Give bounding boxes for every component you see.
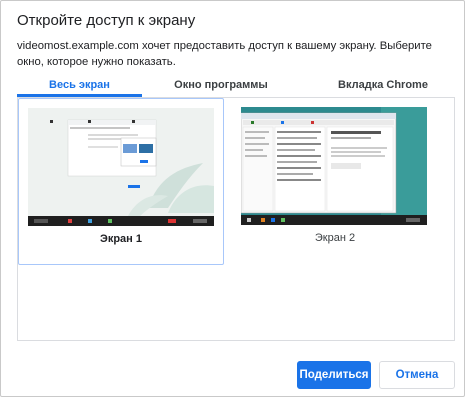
share-screen-dialog: Откройте доступ к экрану videomost.examp… <box>0 0 465 397</box>
dialog-description: videomost.example.com хочет предоставить… <box>17 40 432 68</box>
source-tabs: Весь экран Окно программы Вкладка Chrome <box>17 75 455 99</box>
dialog-title: Откройте доступ к экрану <box>17 12 196 29</box>
screen-2-thumbnail <box>241 107 427 225</box>
tab-chrome-tab[interactable]: Вкладка Chrome <box>313 75 453 97</box>
screen-1-thumbnail <box>28 108 214 226</box>
share-button[interactable]: Поделиться <box>297 361 371 389</box>
screen-2-preview-image <box>241 107 427 225</box>
screen-1-option[interactable]: Экран 1 <box>18 98 224 265</box>
screen-picker-area: Экран 1 Экран 2 <box>17 98 455 341</box>
cancel-button[interactable]: Отмена <box>379 361 455 389</box>
screen-2-label: Экран 2 <box>314 232 356 244</box>
screen-1-label: Экран 1 <box>100 233 142 245</box>
tab-application-window[interactable]: Окно программы <box>163 75 279 97</box>
screen-1-preview-image <box>28 108 214 226</box>
screen-2-option[interactable]: Экран 2 <box>232 98 438 265</box>
